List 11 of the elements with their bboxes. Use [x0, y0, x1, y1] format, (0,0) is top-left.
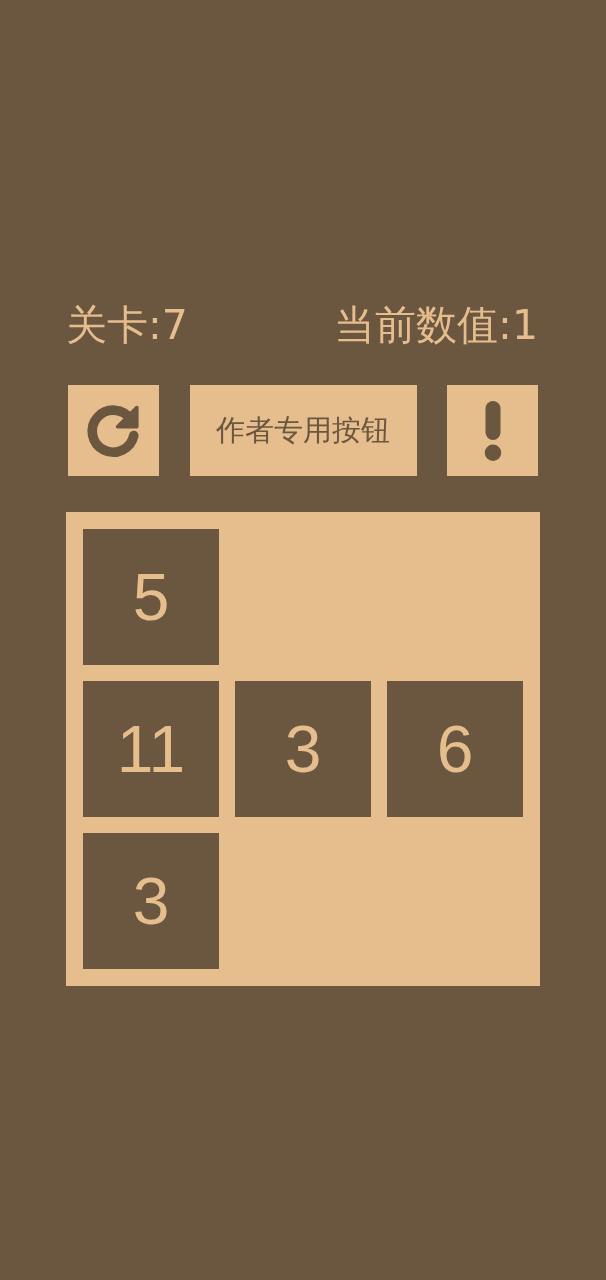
exclamation-icon: [483, 400, 502, 461]
level-label: 关卡:7: [66, 300, 188, 351]
restart-button[interactable]: [68, 385, 159, 476]
number-tile[interactable]: 11: [83, 681, 219, 817]
author-button[interactable]: 作者专用按钮: [189, 385, 417, 476]
number-tile[interactable]: 6: [387, 681, 523, 817]
number-tile[interactable]: 5: [83, 529, 219, 665]
number-tile[interactable]: 3: [235, 681, 371, 817]
number-tile[interactable]: 3: [83, 833, 219, 969]
hint-button[interactable]: [447, 385, 538, 476]
current-value-label: 当前数值:1: [334, 300, 538, 351]
